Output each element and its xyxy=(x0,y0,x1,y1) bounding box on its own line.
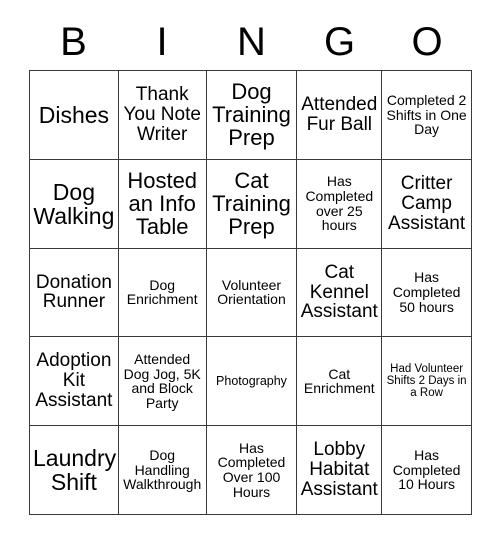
bingo-cell-label: Photography xyxy=(216,373,287,388)
bingo-cell[interactable]: Critter Camp Assistant xyxy=(382,159,472,249)
bingo-card: B I N G O Dishes Thank You Note Writer D… xyxy=(0,0,500,544)
bingo-cell-label: Had Volunteer Shifts 2 Days in a Row xyxy=(386,363,467,400)
bingo-cell[interactable]: Adoption Kit Assistant xyxy=(30,337,119,427)
bingo-cell-label: Has Completed Over 100 Hours xyxy=(217,439,286,500)
bingo-cell[interactable]: Dog Enrichment xyxy=(118,248,207,338)
bingo-cell[interactable]: Has Completed 10 Hours xyxy=(382,426,472,515)
bingo-cell[interactable]: Cat Kennel Assistant xyxy=(297,248,383,338)
bingo-cell-label: Laundry Shift xyxy=(33,444,117,496)
bingo-row: Dishes Thank You Note Writer Dog Trainin… xyxy=(30,71,472,160)
bingo-row: Adoption Kit Assistant Attended Dog Jog,… xyxy=(30,337,472,427)
bingo-cell[interactable]: Cat Training Prep xyxy=(206,159,298,249)
bingo-cell-label: Cat Kennel Assistant xyxy=(300,261,378,323)
bingo-cell-label: Dog Training Prep xyxy=(212,79,291,151)
bingo-cell[interactable]: Photography xyxy=(206,337,298,427)
bingo-cell-label: Critter Camp Assistant xyxy=(388,172,466,234)
bingo-grid: Dishes Thank You Note Writer Dog Trainin… xyxy=(29,70,472,515)
bingo-cell[interactable]: Has Completed 50 hours xyxy=(382,248,472,338)
bingo-row: Laundry Shift Dog Handling Walkthrough H… xyxy=(30,426,472,515)
bingo-cell[interactable]: Thank You Note Writer xyxy=(118,71,207,160)
bingo-cell-label: Hosted an Info Table xyxy=(127,168,198,240)
bingo-cell[interactable]: Has Completed over 25 hours xyxy=(297,159,383,249)
bingo-cell[interactable]: Volunteer Orientation xyxy=(206,248,298,338)
bingo-cell-label: Dog Walking xyxy=(33,178,115,229)
bingo-cell-label: Donation Runner xyxy=(35,271,112,313)
bingo-cell[interactable]: Dishes xyxy=(30,71,119,160)
bingo-cell-label: Attended Fur Ball xyxy=(301,93,378,135)
bingo-cell[interactable]: Had Volunteer Shifts 2 Days in a Row xyxy=(382,337,472,427)
bingo-cell[interactable]: Hosted an Info Table xyxy=(118,159,207,249)
bingo-cell[interactable]: Attended Dog Jog, 5K and Block Party xyxy=(118,337,207,427)
bingo-cell-label: Cat Training Prep xyxy=(212,168,291,240)
bingo-cell-label: Adoption Kit Assistant xyxy=(35,350,113,412)
bingo-header-letter-n: N xyxy=(237,20,266,64)
bingo-cell[interactable]: Dog Handling Walkthrough xyxy=(118,426,207,515)
bingo-header-letter-i: I xyxy=(156,20,168,64)
bingo-cell-label: Thank You Note Writer xyxy=(123,83,201,145)
bingo-cell[interactable]: Has Completed Over 100 Hours xyxy=(206,426,298,515)
bingo-cell-label: Lobby Habitat Assistant xyxy=(300,439,378,501)
bingo-cell-label: Has Completed 10 Hours xyxy=(392,447,461,493)
bingo-cell[interactable]: Attended Fur Ball xyxy=(297,71,383,160)
bingo-cell-label: Volunteer Orientation xyxy=(217,276,286,308)
bingo-cell[interactable]: Donation Runner xyxy=(30,248,119,338)
bingo-cell-label: Dog Handling Walkthrough xyxy=(123,447,202,493)
bingo-cell-label: Completed 2 Shifts in One Day xyxy=(386,91,467,138)
bingo-cell[interactable]: Completed 2 Shifts in One Day xyxy=(382,71,472,160)
bingo-cell[interactable]: Lobby Habitat Assistant xyxy=(297,426,383,515)
bingo-header-letter-b: B xyxy=(60,20,87,64)
bingo-header-row: B I N G O xyxy=(29,14,472,70)
bingo-cell-label: Has Completed over 25 hours xyxy=(305,173,374,234)
bingo-header-letter-g: G xyxy=(323,20,356,64)
bingo-cell-label: Cat Enrichment xyxy=(303,365,375,397)
bingo-cell-label: Dishes xyxy=(38,101,110,128)
bingo-cell-label: Dog Enrichment xyxy=(126,276,198,308)
bingo-cell[interactable]: Laundry Shift xyxy=(30,426,119,515)
bingo-row: Dog Walking Hosted an Info Table Cat Tra… xyxy=(30,159,472,249)
bingo-cell[interactable]: Cat Enrichment xyxy=(297,337,383,427)
bingo-row: Donation Runner Dog Enrichment Volunteer… xyxy=(30,248,472,338)
bingo-cell-label: Attended Dog Jog, 5K and Block Party xyxy=(123,350,201,411)
bingo-cell-label: Has Completed 50 hours xyxy=(392,269,461,315)
bingo-cell[interactable]: Dog Training Prep xyxy=(206,71,298,160)
bingo-cell[interactable]: Dog Walking xyxy=(30,159,119,249)
bingo-header-letter-o: O xyxy=(411,20,443,64)
